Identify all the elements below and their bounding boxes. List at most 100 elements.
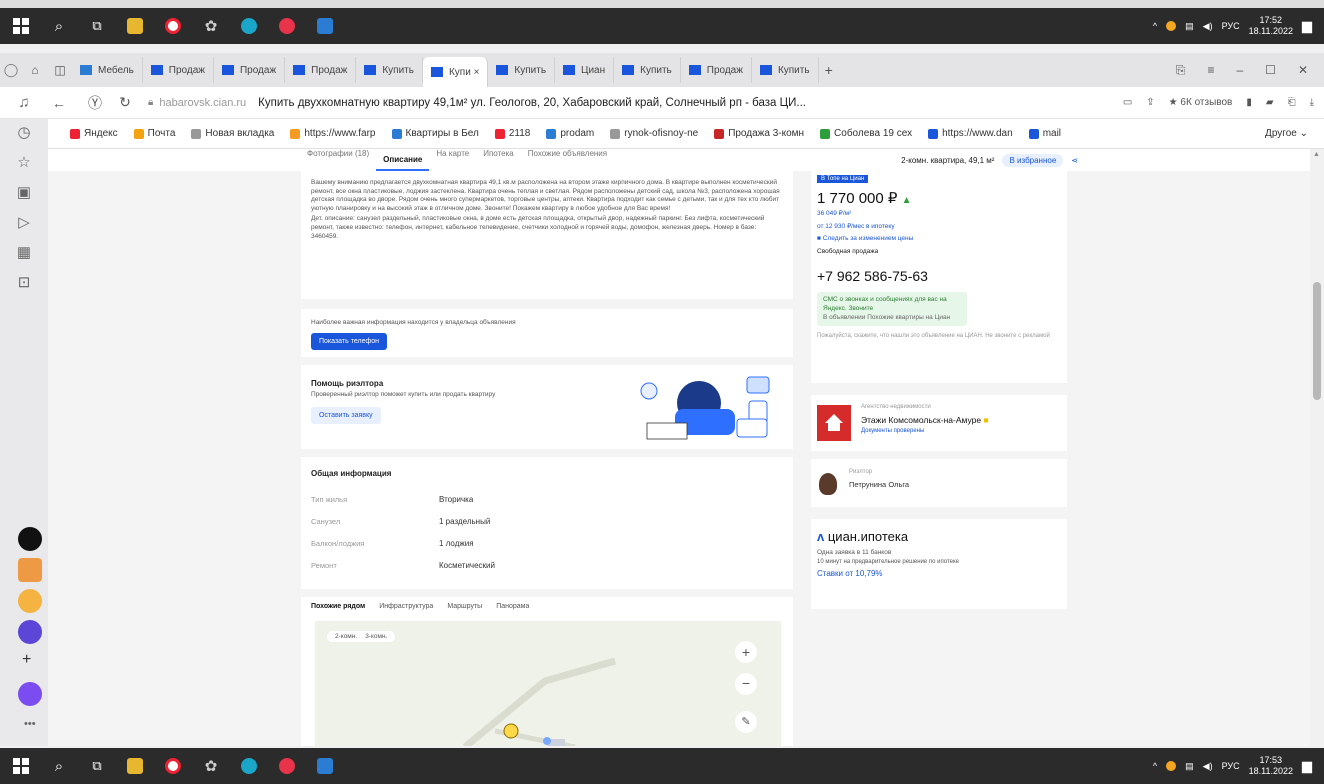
bookmark-item[interactable]: Яндекс: [62, 128, 126, 139]
home-icon[interactable]: ⌂: [22, 63, 48, 77]
bookmark-item[interactable]: Соболева 19 сех: [812, 128, 920, 139]
edge-icon[interactable]: [232, 748, 266, 784]
yandex-browser-icon[interactable]: [156, 748, 190, 784]
profile-icon[interactable]: ◯: [0, 62, 22, 78]
menu-icon[interactable]: ≡: [1207, 63, 1214, 78]
file-explorer-icon[interactable]: [118, 748, 152, 784]
screenshot-icon[interactable]: ⊡: [0, 267, 48, 297]
browser-tab[interactable]: Продаж: [214, 57, 286, 83]
favorites-icon[interactable]: ☆: [0, 147, 48, 177]
realtor-request-button[interactable]: Оставить заявку: [311, 406, 381, 424]
browser-tab[interactable]: Купить: [614, 57, 681, 83]
bookmark-item[interactable]: 2118: [487, 128, 539, 139]
map-tab[interactable]: Инфраструктура: [379, 603, 433, 610]
app-icon[interactable]: ✿: [194, 8, 228, 44]
notification-icon[interactable]: ▆: [1302, 18, 1312, 34]
browser-tab[interactable]: Циан: [555, 57, 615, 83]
yandex-browser-icon[interactable]: [156, 8, 190, 44]
browser-tab[interactable]: Купить: [488, 57, 556, 83]
bookmark-item[interactable]: https://www.dan: [920, 128, 1021, 139]
task-view-icon[interactable]: ⧉: [80, 748, 114, 784]
browser-tab[interactable]: Купить: [752, 57, 819, 83]
share-icon[interactable]: ⇪: [1146, 97, 1154, 108]
file-explorer-icon[interactable]: [118, 8, 152, 44]
bookmark-item[interactable]: Продажа 3-комн: [706, 128, 812, 139]
calendar-icon[interactable]: ▦: [0, 237, 48, 267]
bookmark-item[interactable]: Почта: [126, 128, 184, 139]
bookmark-item[interactable]: mail: [1021, 128, 1069, 139]
history-icon[interactable]: ◷: [0, 117, 48, 147]
search-icon[interactable]: ⌕: [42, 8, 76, 44]
map-ruler-icon[interactable]: ✎: [735, 711, 757, 733]
map-tab[interactable]: Маршруты: [447, 603, 482, 610]
network-icon[interactable]: ▤: [1185, 21, 1194, 32]
back-icon[interactable]: ←: [48, 95, 70, 111]
dock-app-2-icon[interactable]: [18, 558, 42, 582]
scroll-up-icon[interactable]: ▲: [1313, 151, 1320, 158]
dock-app-3-icon[interactable]: [18, 589, 42, 613]
map-tab[interactable]: Похожие рядом: [311, 603, 365, 610]
bookmark-item[interactable]: Квартиры в Бел: [384, 128, 487, 139]
subnav-item[interactable]: Похожие объявления: [521, 149, 614, 171]
player-icon[interactable]: ▷: [0, 207, 48, 237]
map-tab[interactable]: Панорама: [496, 603, 529, 610]
subnav-item[interactable]: На карте: [429, 149, 476, 171]
dock-app-5-icon[interactable]: [18, 682, 42, 706]
reader-icon[interactable]: ▭: [1123, 97, 1132, 108]
browser-tab[interactable]: Купить: [356, 57, 423, 83]
word-icon[interactable]: [308, 8, 342, 44]
show-phone-button[interactable]: Показать телефон: [311, 332, 387, 350]
phone-number[interactable]: +7 962 586-75-63: [817, 268, 1061, 284]
ipoteka-rate-link[interactable]: Ставки от 10,79%: [817, 569, 1061, 578]
dock-app-4-icon[interactable]: [18, 620, 42, 644]
tray-app-icon[interactable]: [1166, 761, 1177, 771]
clock[interactable]: 17:52 18.11.2022: [1249, 15, 1293, 37]
url-page-title[interactable]: Купить двухкомнатную квартиру 49,1м² ул.…: [258, 97, 806, 109]
subnav-item[interactable]: Ипотека: [476, 149, 521, 171]
browser-tab[interactable]: Продаж: [285, 57, 357, 83]
tray-app-icon[interactable]: [1166, 21, 1177, 31]
maximize-icon[interactable]: ☐: [1265, 63, 1276, 78]
yandex-icon[interactable]: Ⓨ: [84, 93, 106, 113]
url-domain[interactable]: habarovsk.cian.ru: [159, 97, 246, 109]
agent-name[interactable]: Петрунина Ольга: [849, 480, 909, 489]
bookmark-item[interactable]: Новая вкладка: [183, 128, 282, 139]
chevron-up-icon[interactable]: ^: [1153, 761, 1157, 771]
clock[interactable]: 17:53 18.11.2022: [1249, 755, 1293, 777]
notification-icon[interactable]: ▆: [1302, 758, 1312, 774]
task-view-icon[interactable]: ⧉: [80, 8, 114, 44]
network-icon[interactable]: ▤: [1185, 761, 1194, 772]
start-icon[interactable]: [4, 748, 38, 784]
share-listing-icon[interactable]: ⋖: [1071, 156, 1078, 165]
subnav-item[interactable]: Описание: [376, 149, 430, 171]
reviews-badge[interactable]: ★ 6К отзывов: [1169, 97, 1233, 108]
volume-icon[interactable]: ◀): [1203, 761, 1213, 772]
dock-add-icon[interactable]: +: [22, 651, 31, 669]
dock-app-1-icon[interactable]: [18, 527, 42, 551]
collections-icon[interactable]: ⎘: [1176, 63, 1186, 78]
watch-price-link[interactable]: ■ Следить за изменением цены: [817, 235, 1061, 244]
mortgage-link[interactable]: от 12 930 ₽/мес в ипотеку: [817, 223, 1061, 232]
lang-indicator[interactable]: РУС: [1222, 761, 1240, 771]
new-tab-button[interactable]: +: [825, 62, 833, 78]
close-icon[interactable]: ✕: [1298, 63, 1308, 78]
browser-tab[interactable]: Продаж: [681, 57, 752, 83]
zoom-in-button[interactable]: +: [735, 641, 757, 663]
scrollbar[interactable]: [1310, 149, 1324, 746]
map-view[interactable]: 2-комн. 3-комн. + − ✎: [315, 621, 781, 746]
read-list-icon[interactable]: ⎗: [1288, 97, 1296, 108]
subnav-item[interactable]: Фотографии (18): [300, 149, 376, 171]
app-icon[interactable]: ✿: [194, 748, 228, 784]
chevron-up-icon[interactable]: ^: [1153, 21, 1157, 31]
browser-tab[interactable]: Купи ×: [422, 57, 489, 87]
search-icon[interactable]: ⌕: [42, 748, 76, 784]
bookmark-item[interactable]: https://www.farp: [282, 128, 383, 139]
notes-icon[interactable]: ▣: [0, 177, 48, 207]
edge-icon[interactable]: [232, 8, 266, 44]
zoom-out-button[interactable]: −: [735, 673, 757, 695]
bookmark-item[interactable]: prodam: [538, 128, 602, 139]
start-icon[interactable]: [4, 8, 38, 44]
minimize-icon[interactable]: –: [1236, 63, 1243, 78]
extension-icon[interactable]: ▰: [1266, 97, 1274, 108]
tab-groups-icon[interactable]: ◫: [48, 63, 72, 77]
